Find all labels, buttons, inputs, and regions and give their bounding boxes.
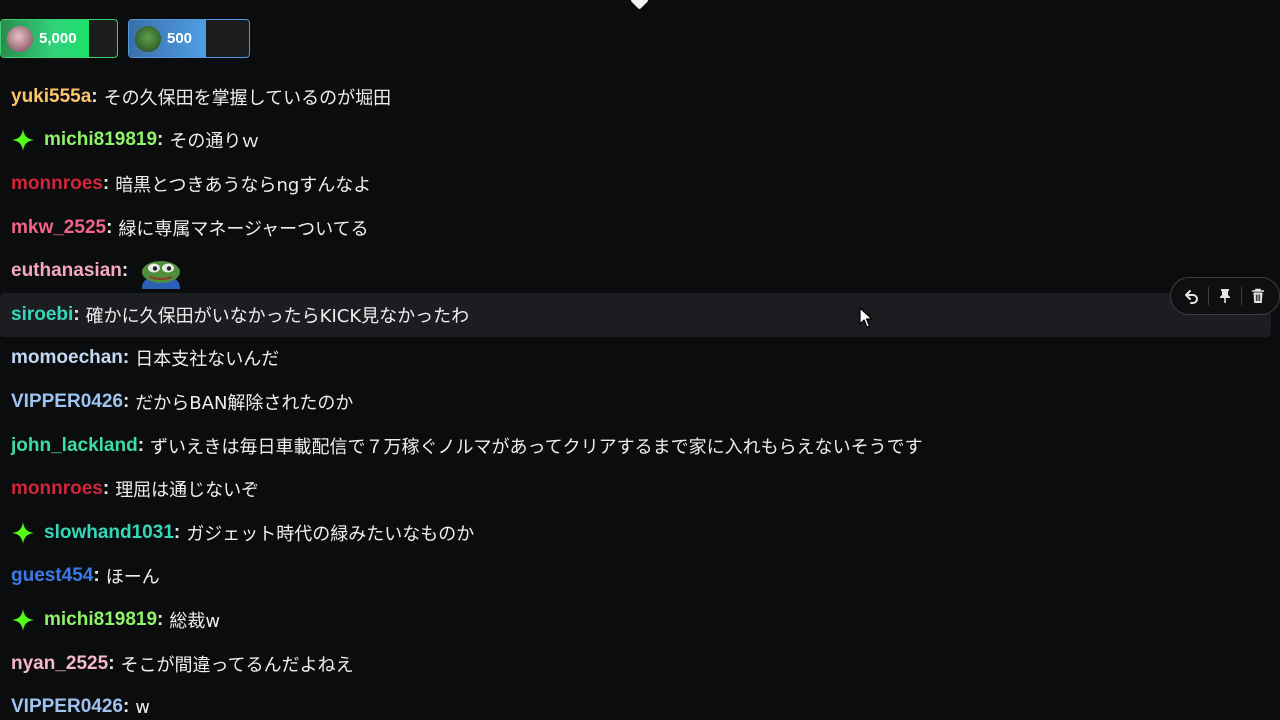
chat-message-text: そこが間違ってるんだよねえ — [120, 654, 354, 676]
username-separator: : — [173, 521, 181, 543]
mouse-cursor-icon — [859, 307, 873, 328]
chat-message-list: yuki555a: その久保田を掌握しているのが堀田 michi819819: その通… — [0, 75, 1280, 720]
chat-message[interactable]: siroebi: 確かに久保田がいなかったらKICK見なかったわ — [0, 292, 1271, 337]
chat-username[interactable]: slowhand1031 — [44, 522, 174, 544]
gift-amount: 500 — [167, 30, 193, 47]
collapse-caret-icon[interactable] — [630, 0, 649, 10]
chat-message[interactable]: euthanasian: — [0, 249, 1280, 293]
gift-pill-top[interactable]: 5,000 — [0, 19, 118, 58]
chat-message-text: 確かに久保田がいなかったらKICK見なかったわ — [85, 305, 470, 327]
chat-username[interactable]: monnroes — [11, 173, 103, 195]
reply-icon[interactable] — [1179, 283, 1205, 309]
chat-username[interactable]: guest454 — [11, 565, 93, 587]
chat-username[interactable]: monnroes — [11, 478, 103, 500]
chat-message[interactable]: momoechan: 日本支社ないんだ — [0, 337, 1280, 381]
chat-message[interactable]: mkw_2525: 緑に専属マネージャーついてる — [0, 206, 1280, 250]
message-actions-toolbar — [1170, 277, 1280, 315]
chat-message[interactable]: nyan_2525: そこが間違ってるんだよねえ — [0, 642, 1280, 686]
toolbar-divider — [1207, 287, 1209, 305]
chat-message-text: だからBAN解除されたのか — [135, 392, 354, 414]
chat-message-text: w — [135, 696, 151, 718]
chat-message-text: 暗黒とつきあうならngすんなよ — [115, 174, 372, 196]
chat-message[interactable]: michi819819: 総裁w — [0, 598, 1280, 642]
chat-username[interactable]: michi819819 — [44, 609, 157, 631]
username-separator: : — [102, 172, 110, 194]
gifter-avatar — [135, 25, 161, 52]
chat-message[interactable]: monnroes: 暗黒とつきあうならngすんなよ — [0, 162, 1280, 206]
chat-message[interactable]: guest454: ほーん — [0, 555, 1280, 599]
username-separator: : — [102, 478, 110, 500]
chat-message-text: 理屈は通じないぞ — [115, 480, 260, 502]
chat-message-text: 総裁w — [169, 610, 221, 632]
username-separator: : — [73, 303, 80, 325]
username-separator: : — [93, 565, 100, 587]
toolbar-divider — [1241, 287, 1243, 305]
chat-username[interactable]: momoechan — [11, 347, 123, 369]
chat-message[interactable]: john_lackland: ずいえきは毎日車載配信で７万稼ぐノルマがあってクリア… — [0, 424, 1280, 468]
subscriber-badge-icon — [12, 521, 34, 544]
username-separator: : — [122, 696, 130, 718]
gifter-avatar — [7, 25, 33, 52]
chat-message-text: ほーん — [105, 567, 160, 589]
username-separator: : — [137, 434, 145, 456]
chat-message-text: ずいえきは毎日車載配信で７万稼ぐノルマがあってクリアするまで家に入れもらえないそ… — [150, 436, 923, 458]
subscriber-badge-icon — [12, 129, 34, 152]
username-separator: : — [91, 85, 98, 107]
gift-amount: 5,000 — [39, 30, 77, 47]
chat-message[interactable]: VIPPER0426: だからBAN解除されたのか — [0, 380, 1280, 424]
chat-message[interactable]: monnroes: 理屈は通じないぞ — [0, 467, 1280, 511]
username-separator: : — [121, 260, 129, 282]
subscriber-badge-icon — [12, 608, 34, 631]
delete-icon[interactable] — [1245, 283, 1271, 309]
chat-panel: 5,000 500 yuki555a: その久保田を掌握しているのが堀田 michi… — [0, 0, 1280, 720]
gift-leaderboard: 5,000 500 — [0, 19, 250, 60]
chat-message-text: その久保田を掌握しているのが堀田 — [103, 87, 392, 109]
chat-message[interactable]: yuki555a: その久保田を掌握しているのが堀田 — [0, 75, 1280, 119]
pepe-emote-icon — [142, 261, 181, 290]
username-separator: : — [108, 652, 115, 674]
username-separator: : — [122, 390, 130, 412]
chat-username[interactable]: nyan_2525 — [11, 653, 108, 675]
chat-message[interactable]: slowhand1031: ガジェット時代の緑みたいなものか — [0, 511, 1280, 555]
username-separator: : — [157, 608, 164, 630]
chat-username[interactable]: VIPPER0426 — [11, 391, 123, 413]
chat-username[interactable]: yuki555a — [11, 86, 91, 108]
chat-message[interactable]: michi819819: その通りｗ — [0, 119, 1280, 163]
username-separator: : — [157, 129, 164, 151]
username-separator: : — [106, 216, 113, 238]
chat-username[interactable]: john_lackland — [11, 435, 138, 457]
chat-username[interactable]: siroebi — [11, 304, 73, 326]
gift-pill-second[interactable]: 500 — [128, 19, 250, 58]
chat-message-text: 緑に専属マネージャーついてる — [118, 218, 369, 240]
chat-message-text: ガジェット時代の緑みたいなものか — [186, 523, 475, 545]
chat-username[interactable]: euthanasian — [11, 260, 122, 282]
chat-message[interactable]: VIPPER0426: w — [0, 685, 1280, 720]
chat-username[interactable]: VIPPER0426 — [11, 696, 123, 718]
chat-message-text: 日本支社ないんだ — [135, 349, 280, 371]
username-separator: : — [122, 347, 130, 369]
chat-username[interactable]: mkw_2525 — [11, 217, 106, 239]
chat-username[interactable]: michi819819 — [44, 129, 157, 151]
chat-message-text: その通りｗ — [169, 131, 260, 153]
pin-icon[interactable] — [1212, 283, 1238, 309]
